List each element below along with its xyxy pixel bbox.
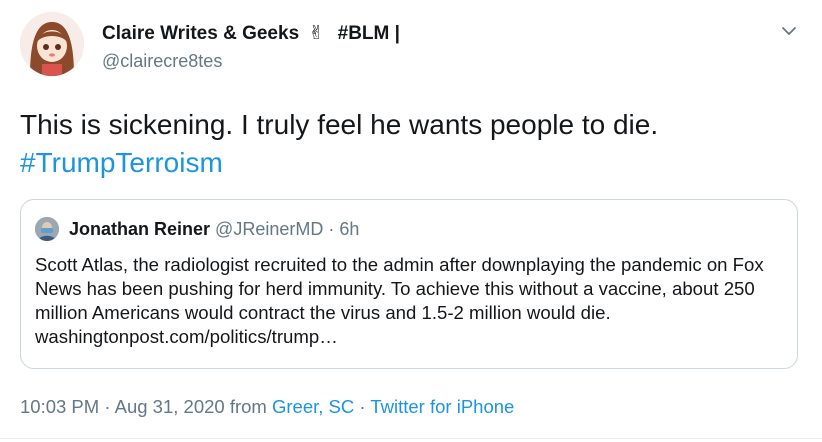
author-name-suffix[interactable]: #BLM |	[338, 23, 400, 44]
quoted-time: 6h	[339, 219, 360, 239]
chevron-down-icon[interactable]	[778, 20, 800, 42]
author-name-line[interactable]: Claire Writes & Geeks ✌ #BLM |	[102, 22, 400, 45]
quoted-tweet-card[interactable]: Jonathan Reiner @JReinerMD · 6h Scott At…	[20, 199, 798, 369]
quoted-body: Scott Atlas, the radiologist recruited t…	[35, 254, 764, 323]
meta-separator: ·	[104, 396, 111, 417]
tweet-meta: 10:03 PM · Aug 31, 2020 from Greer, SC ·…	[20, 396, 514, 418]
hashtag-link[interactable]: #TrumpTerroism	[20, 144, 800, 182]
tweet: Claire Writes & Geeks ✌ #BLM | @clairecr…	[0, 0, 822, 442]
peace-emoji: ✌	[308, 23, 325, 44]
author-avatar[interactable]	[20, 12, 84, 76]
source-link[interactable]: Twitter for iPhone	[370, 396, 514, 417]
quoted-author-name: Jonathan Reiner	[69, 219, 211, 239]
meta-separator: ·	[359, 396, 366, 417]
tweet-date[interactable]: Aug 31, 2020	[115, 396, 225, 417]
divider	[0, 438, 822, 439]
quoted-author-avatar	[35, 217, 59, 241]
quoted-separator: ·	[328, 219, 335, 239]
tweet-text: This is sickening. I truly feel he wants…	[20, 106, 800, 182]
quoted-header: Jonathan Reiner @JReinerMD · 6h	[69, 219, 359, 240]
tweet-body: This is sickening. I truly feel he wants…	[20, 109, 659, 140]
meta-from: from	[229, 396, 267, 417]
author-name[interactable]: Claire Writes & Geeks	[102, 23, 299, 44]
quoted-link[interactable]: washingtonpost.com/politics/trump…	[35, 326, 338, 347]
quoted-author-handle: @JReinerMD	[215, 219, 324, 239]
tweet-time[interactable]: 10:03 PM	[20, 396, 99, 417]
quoted-text: Scott Atlas, the radiologist recruited t…	[35, 253, 791, 349]
avatar-image	[20, 12, 84, 76]
author-handle[interactable]: @clairecre8tes	[102, 51, 222, 72]
location-link[interactable]: Greer, SC	[272, 396, 354, 417]
